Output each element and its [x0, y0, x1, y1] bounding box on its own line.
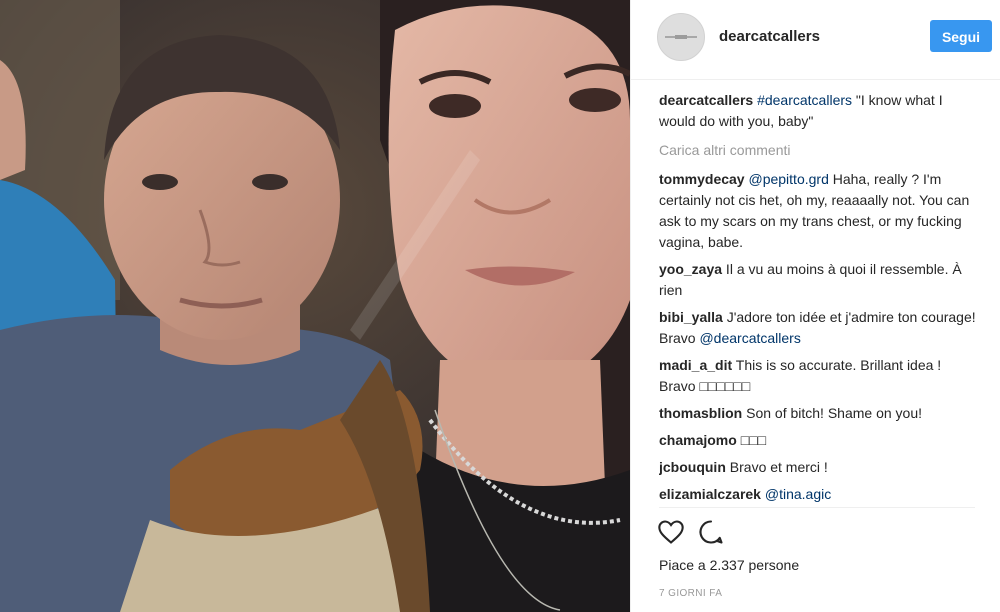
comment-username[interactable]: thomasblion — [659, 405, 742, 421]
follow-button[interactable]: Segui — [930, 20, 992, 52]
avatar[interactable] — [657, 13, 705, 61]
comment-username[interactable]: yoo_zaya — [659, 261, 722, 277]
action-bar — [657, 518, 733, 548]
comment-username[interactable]: bibi_yalla — [659, 309, 723, 325]
selfie-image — [0, 0, 630, 612]
comment-username[interactable]: jcbouquin — [659, 459, 726, 475]
comment-mention[interactable]: @dearcatcallers — [699, 330, 800, 346]
comment-username[interactable]: chamajomo — [659, 432, 737, 448]
list-item: chamajomo □□□ — [659, 430, 979, 451]
comment-text: □□□ — [736, 432, 767, 448]
comment-mention[interactable]: @tina.agic — [765, 486, 831, 502]
caption: dearcatcallers #dearcatcallers "I know w… — [659, 90, 979, 132]
comment-username[interactable]: madi_a_dit — [659, 357, 732, 373]
header-username[interactable]: dearcatcallers — [719, 28, 820, 45]
list-item: madi_a_dit This is so accurate. Brillant… — [659, 355, 979, 397]
list-item: tommydecay @pepitto.grd Haha, really ? I… — [659, 169, 979, 253]
comment-username[interactable]: tommydecay — [659, 171, 745, 187]
comment-username[interactable]: elizamialczarek — [659, 486, 761, 502]
load-more-comments[interactable]: Carica altri commenti — [659, 140, 979, 161]
post-photo[interactable] — [0, 0, 630, 612]
list-item: jcbouquin Bravo et merci ! — [659, 457, 979, 478]
heart-icon[interactable] — [657, 518, 685, 551]
list-item: bibi_yalla J'adore ton idée et j'admire … — [659, 307, 979, 349]
comment-text: Bravo et merci ! — [725, 459, 828, 475]
divider — [659, 507, 975, 508]
caption-hashtag[interactable]: #dearcatcallers — [757, 92, 852, 108]
list-item: yoo_zaya Il a vu au moins à quoi il ress… — [659, 259, 979, 301]
comments-list[interactable]: dearcatcallers #dearcatcallers "I know w… — [659, 90, 979, 506]
list-item: elizamialczarek @tina.agic — [659, 484, 979, 505]
timestamp[interactable]: 7 giorni fa — [659, 588, 722, 599]
post-sidebar: dearcatcallers Segui dearcatcallers #dea… — [630, 0, 1000, 612]
likes-count[interactable]: Piace a 2.337 persone — [659, 557, 799, 573]
comment-text: Son of bitch! Shame on you! — [742, 405, 923, 421]
list-item: thomasblion Son of bitch! Shame on you! — [659, 403, 979, 424]
comment-icon[interactable] — [697, 518, 725, 551]
post-header: dearcatcallers Segui — [631, 0, 1000, 80]
comment-mention[interactable]: @pepitto.grd — [748, 171, 828, 187]
caption-username[interactable]: dearcatcallers — [659, 92, 753, 108]
